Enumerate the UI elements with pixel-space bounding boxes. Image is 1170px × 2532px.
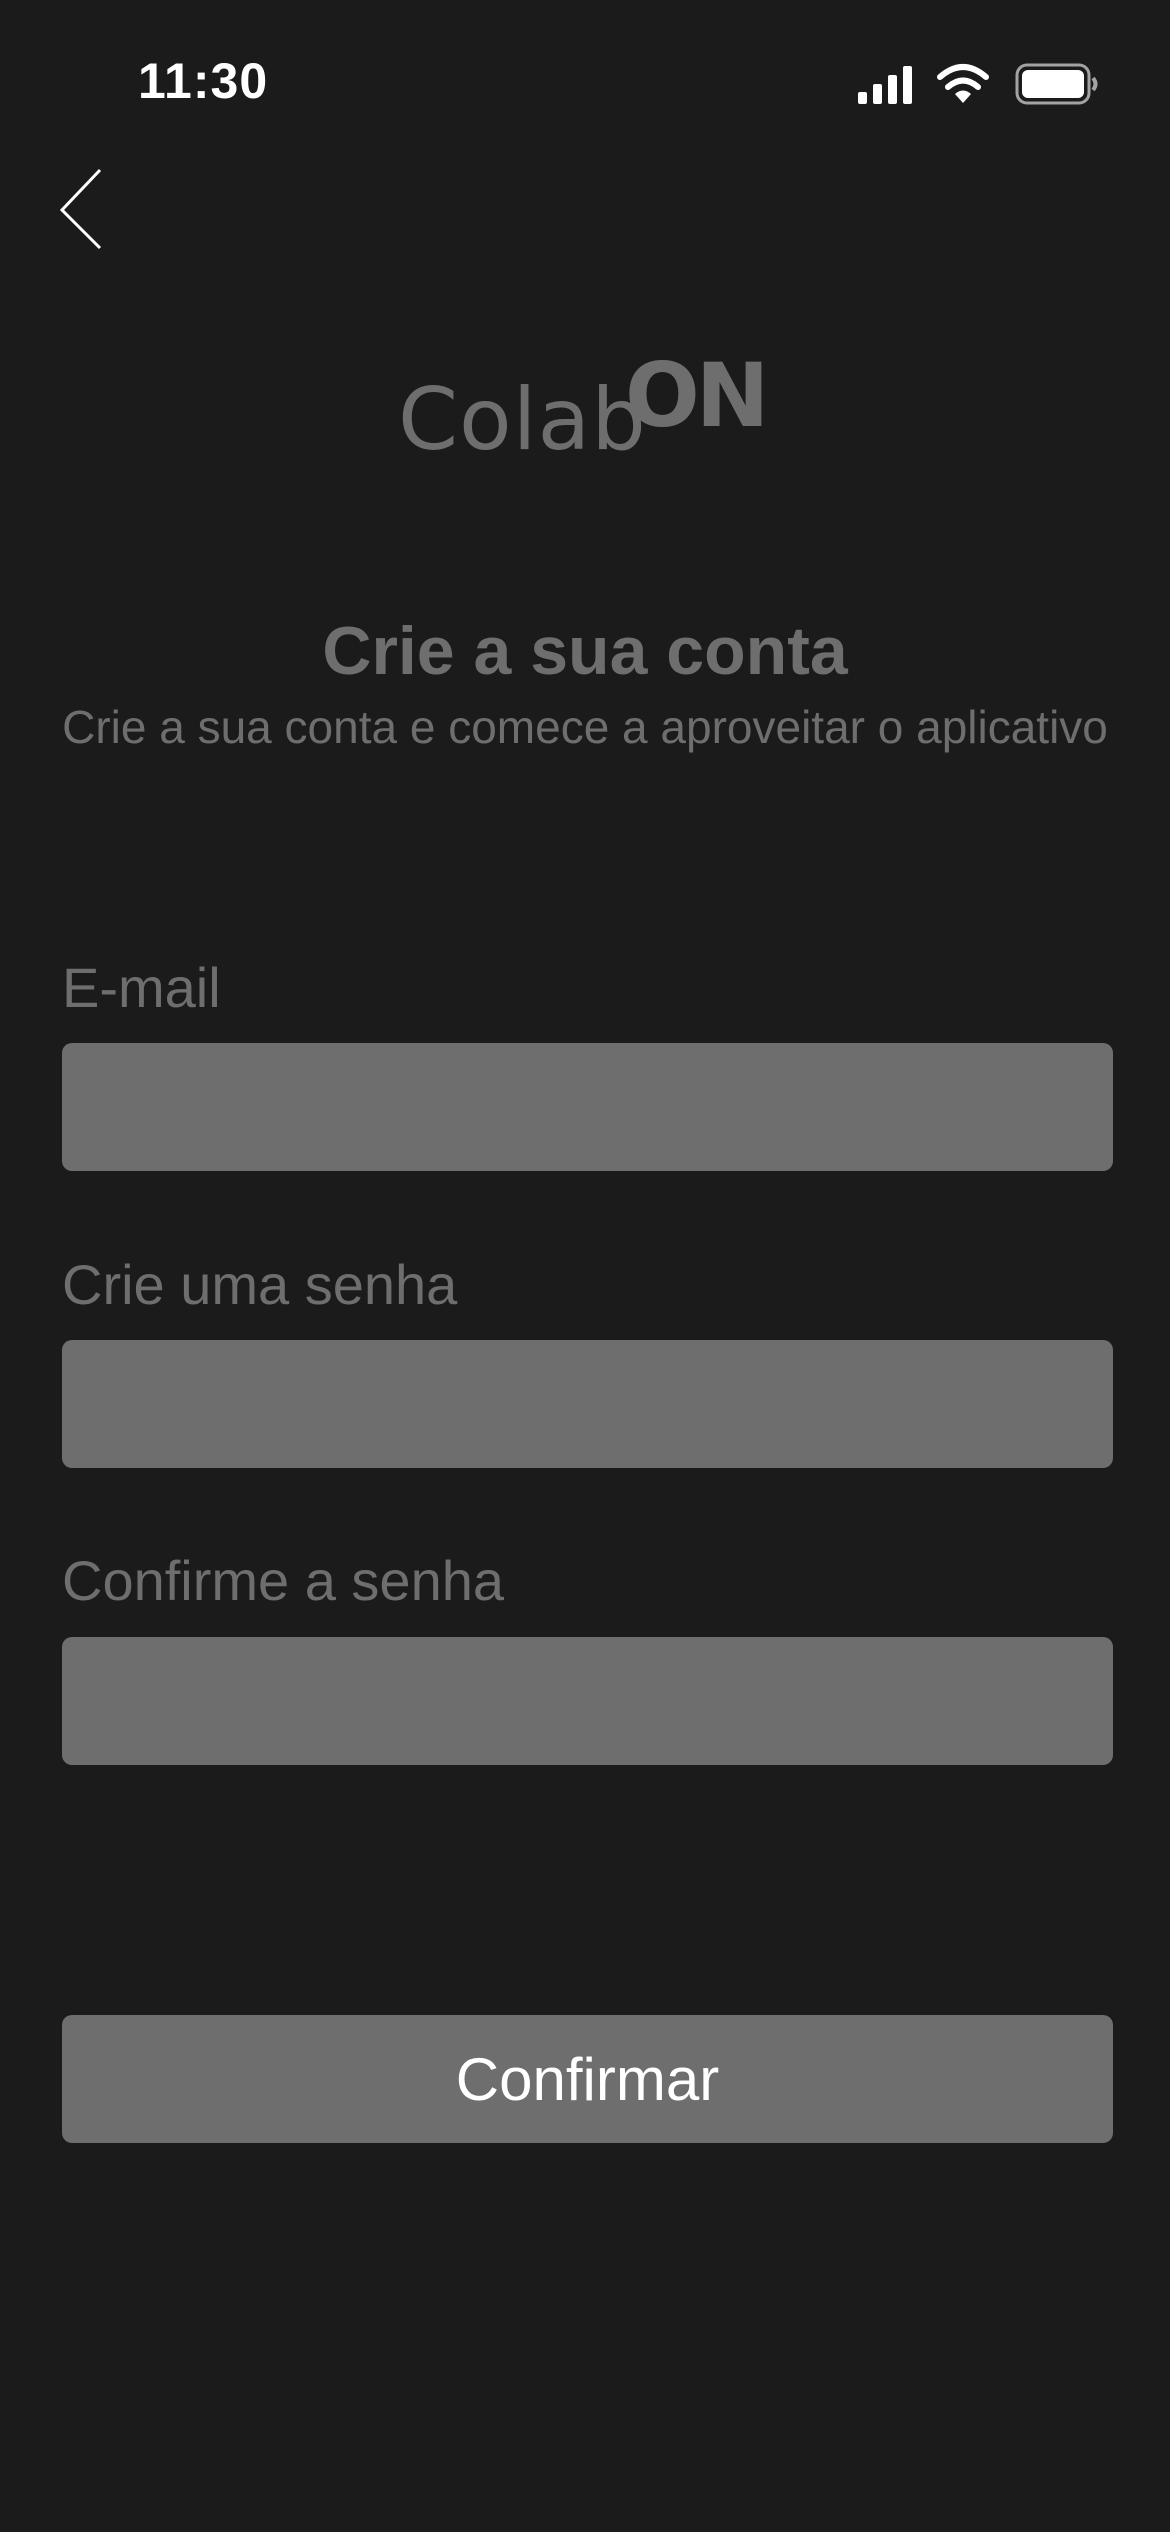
page-subtitle: Crie a sua conta e comece a aproveitar o… bbox=[62, 701, 1108, 753]
email-field[interactable] bbox=[62, 1043, 1113, 1171]
logo-text-colab: Colab bbox=[398, 370, 647, 470]
status-bar: 11:30 bbox=[0, 0, 1170, 140]
wifi-icon bbox=[937, 64, 989, 103]
logo-text-on: ON bbox=[625, 344, 769, 447]
page-title: Crie a sua conta bbox=[322, 613, 848, 689]
email-label: E-mail bbox=[62, 956, 221, 1019]
battery-icon bbox=[1015, 63, 1098, 105]
confirm-password-field[interactable] bbox=[62, 1637, 1113, 1765]
password-field[interactable] bbox=[62, 1340, 1113, 1468]
confirm-password-label: Confirme a senha bbox=[62, 1549, 505, 1612]
chevron-left-icon bbox=[59, 168, 102, 250]
confirm-button[interactable]: Confirmar bbox=[62, 2015, 1113, 2143]
password-label: Crie uma senha bbox=[62, 1253, 458, 1316]
status-time: 11:30 bbox=[138, 53, 269, 109]
back-button[interactable] bbox=[52, 160, 112, 260]
signal-icon bbox=[858, 66, 912, 104]
app-logo: Colab ON bbox=[398, 344, 778, 470]
